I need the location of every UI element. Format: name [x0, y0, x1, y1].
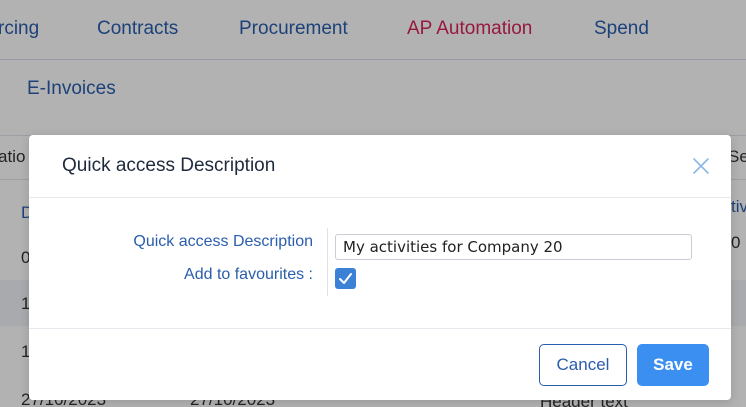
quick-access-dialog: Quick access Description Quick access De…	[29, 135, 731, 400]
close-icon	[693, 158, 709, 174]
description-input[interactable]	[335, 234, 692, 260]
cancel-button[interactable]: Cancel	[539, 344, 627, 386]
favourites-label: Add to favourites :	[184, 266, 313, 283]
favourites-checkbox[interactable]	[335, 268, 356, 289]
dialog-header: Quick access Description	[29, 135, 731, 198]
dialog-body: Quick access Description Add to favourit…	[29, 199, 731, 329]
form-divider	[327, 228, 328, 296]
checkmark-icon	[339, 273, 352, 284]
close-button[interactable]	[689, 154, 713, 178]
description-label: Quick access Description	[133, 233, 313, 250]
dialog-title: Quick access Description	[62, 155, 276, 176]
save-button[interactable]: Save	[637, 344, 709, 386]
dialog-footer: Cancel Save	[29, 328, 731, 400]
